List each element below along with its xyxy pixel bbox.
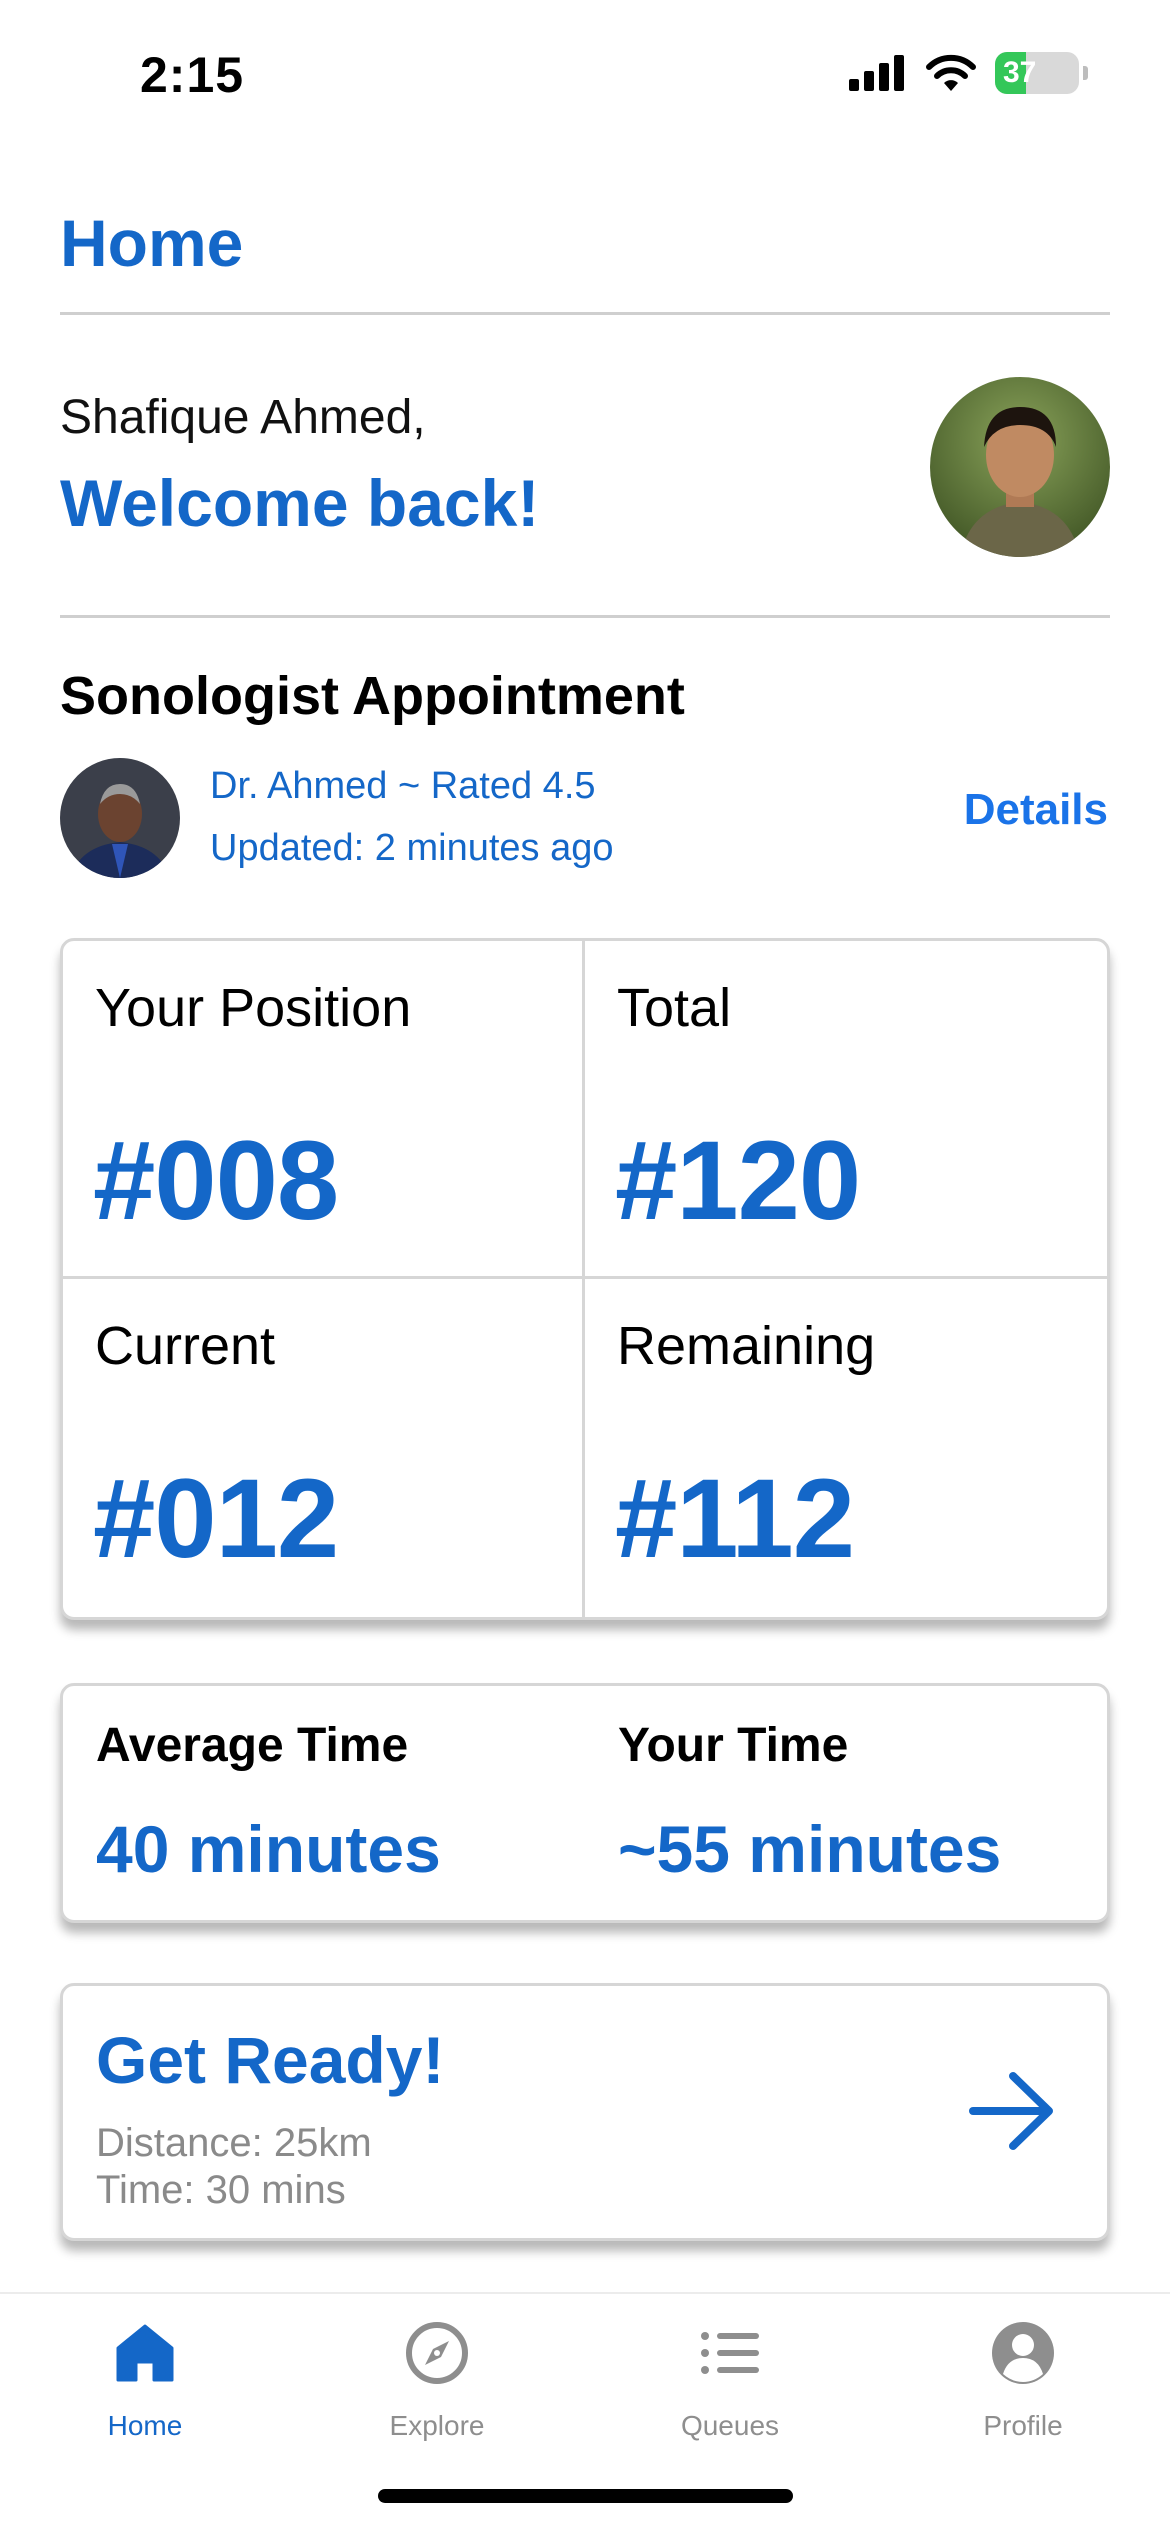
average-time-label: Average Time <box>96 1719 409 1772</box>
stat-your-position: Your Position #008 <box>63 941 585 1279</box>
updated-time: Updated: 2 minutes ago <box>210 827 614 869</box>
stat-value: #120 <box>615 1118 861 1243</box>
compass-icon <box>406 2322 468 2384</box>
wait-time-card: Average Time 40 minutes Your Time ~55 mi… <box>60 1683 1110 1923</box>
tab-home[interactable]: Home <box>35 2318 255 2442</box>
list-icon <box>701 2332 759 2374</box>
stat-label: Current <box>95 1316 276 1376</box>
your-time-label: Your Time <box>618 1719 849 1772</box>
doctor-avatar <box>60 758 180 878</box>
home-indicator[interactable] <box>378 2489 793 2503</box>
header-divider <box>60 312 1110 315</box>
battery-icon: 37 <box>995 52 1079 94</box>
stat-value: #112 <box>615 1456 855 1581</box>
status-icons: 37 <box>847 52 1088 94</box>
your-time: Your Time ~55 minutes <box>618 1718 1001 1887</box>
cellular-signal-icon <box>849 55 904 91</box>
tab-queues[interactable]: Queues <box>620 2318 840 2442</box>
tab-profile[interactable]: Profile <box>913 2318 1133 2442</box>
status-bar: 2:15 37 <box>0 0 1170 150</box>
get-ready-title: Get Ready! <box>96 2023 445 2097</box>
stat-label: Remaining <box>617 1316 876 1376</box>
tab-label: Profile <box>983 2410 1063 2441</box>
details-link[interactable]: Details <box>964 785 1108 835</box>
tab-label: Queues <box>680 2410 780 2441</box>
distance-text: Distance: 25km <box>96 2121 372 2165</box>
greeting-divider <box>60 615 1110 618</box>
queue-stats-card: Your Position #008 Total #120 Current #0… <box>60 938 1110 1620</box>
get-ready-card[interactable]: Get Ready! Distance: 25km Time: 30 mins <box>60 1983 1110 2241</box>
home-icon <box>116 2324 174 2382</box>
page-title: Home <box>60 206 244 280</box>
status-time: 2:15 <box>140 47 245 103</box>
wifi-icon <box>926 54 976 91</box>
tab-label: Explore <box>389 2410 485 2441</box>
travel-time-text: Time: 30 mins <box>96 2168 346 2212</box>
user-avatar[interactable] <box>930 377 1110 557</box>
user-name: Shafique Ahmed, <box>60 391 426 444</box>
tab-explore[interactable]: Explore <box>327 2318 547 2442</box>
your-time-value: ~55 minutes <box>618 1812 1002 1886</box>
average-time-value: 40 minutes <box>96 1812 441 1886</box>
welcome-message: Welcome back! <box>60 466 540 540</box>
stat-label: Total <box>617 978 732 1038</box>
battery-cap <box>1083 66 1088 80</box>
stat-remaining: Remaining #112 <box>585 1279 1107 1617</box>
tab-label: Home <box>107 2410 183 2441</box>
stat-label: Your Position <box>95 978 412 1038</box>
stat-total: Total #120 <box>585 941 1107 1279</box>
appointment-title: Sonologist Appointment <box>60 666 685 726</box>
person-circle-icon <box>992 2322 1054 2384</box>
stat-current: Current #012 <box>63 1279 585 1617</box>
arrow-right-icon[interactable] <box>967 2066 1057 2156</box>
stat-value: #012 <box>93 1456 339 1581</box>
doctor-info: Dr. Ahmed ~ Rated 4.5 <box>210 765 596 807</box>
battery-level: 37 <box>1003 56 1037 89</box>
stat-value: #008 <box>93 1118 339 1243</box>
average-time: Average Time 40 minutes <box>96 1718 441 1887</box>
